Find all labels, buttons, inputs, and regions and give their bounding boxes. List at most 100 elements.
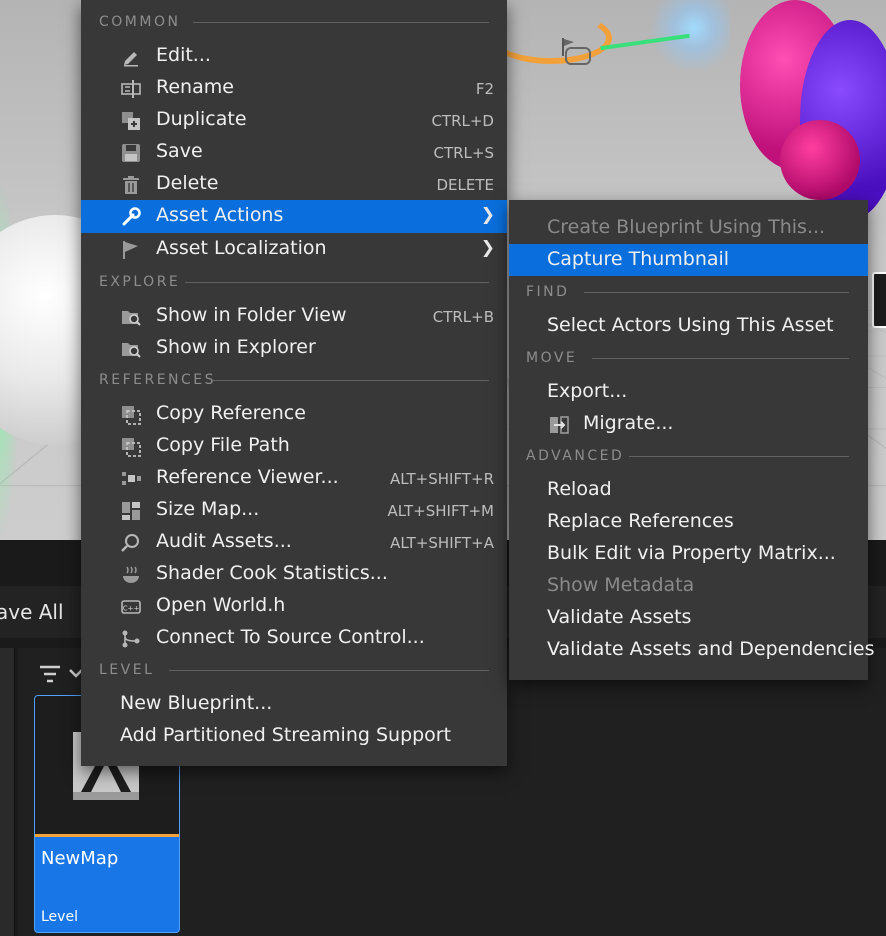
shortcut-label: F2 xyxy=(475,80,494,98)
submenu-item-select-actors[interactable]: Select Actors Using This Asset xyxy=(509,310,868,342)
sizemap-icon xyxy=(122,502,140,520)
graph-icon xyxy=(122,472,141,485)
menu-item-asset-actions[interactable]: Asset Actions ❯ xyxy=(81,200,507,233)
copy-icon xyxy=(122,438,141,457)
menu-item-save[interactable]: Save CTRL+S xyxy=(81,136,507,168)
section-header-common: COMMON xyxy=(99,14,181,30)
submenu-item-export[interactable]: Export... xyxy=(509,376,868,408)
shortcut-label: CTRL+B xyxy=(432,308,494,326)
submenu-item-validate-dependencies[interactable]: Validate Assets and Dependencies xyxy=(509,634,874,666)
menu-item-audit-assets[interactable]: Audit Assets... ALT+SHIFT+A xyxy=(81,526,507,558)
menu-item-label: Save xyxy=(156,140,203,162)
menu-item-label: Migrate... xyxy=(583,412,674,434)
menu-item-copy-file-path[interactable]: Copy File Path xyxy=(81,430,507,462)
menu-item-label: Export... xyxy=(547,380,628,402)
pink-blob xyxy=(780,120,860,200)
chevron-right-icon: ❯ xyxy=(480,205,495,225)
trash-icon xyxy=(123,176,139,194)
menu-item-label: Shader Cook Statistics... xyxy=(156,562,388,584)
section-divider xyxy=(584,292,849,293)
section-divider xyxy=(193,22,489,23)
shortcut-label: DELETE xyxy=(436,176,494,194)
section-divider xyxy=(592,358,849,359)
section-header-advanced: ADVANCED xyxy=(526,448,625,464)
pencil-icon xyxy=(124,52,138,67)
menu-item-label: Validate Assets xyxy=(547,606,692,628)
menu-item-label: Show Metadata xyxy=(547,574,695,596)
menu-item-label: Replace References xyxy=(547,510,734,532)
section-header-find: FIND xyxy=(526,284,570,300)
section-divider xyxy=(629,456,849,457)
menu-item-delete[interactable]: Delete DELETE xyxy=(81,168,507,200)
shortcut-label: ALT+SHIFT+M xyxy=(387,502,494,520)
menu-item-label: Capture Thumbnail xyxy=(547,248,730,270)
copy-icon xyxy=(122,406,141,425)
section-divider xyxy=(213,380,489,381)
submenu-item-reload[interactable]: Reload xyxy=(509,474,868,506)
menu-item-label: Copy Reference xyxy=(156,402,306,424)
chevron-right-icon: ❯ xyxy=(480,238,495,258)
audit-icon xyxy=(121,534,139,552)
menu-item-label: Duplicate xyxy=(156,108,247,130)
menu-item-rename[interactable]: Rename F2 xyxy=(81,72,507,104)
save-all-button[interactable]: ave All xyxy=(0,600,64,624)
menu-item-label: Edit... xyxy=(156,44,211,66)
menu-item-copy-reference[interactable]: Copy Reference xyxy=(81,398,507,430)
folder-search-icon xyxy=(122,343,141,358)
filter-icon xyxy=(40,665,83,683)
section-header-level: LEVEL xyxy=(99,662,155,678)
submenu-item-bulk-edit[interactable]: Bulk Edit via Property Matrix... xyxy=(509,538,868,570)
sources-panel-edge xyxy=(0,648,15,936)
section-header-explore: EXPLORE xyxy=(99,274,181,290)
shortcut-label: ALT+SHIFT+R xyxy=(389,470,494,488)
shortcut-label: CTRL+S xyxy=(433,144,494,162)
menu-item-label: Size Map... xyxy=(156,498,260,520)
menu-item-label: Create Blueprint Using This... xyxy=(547,216,826,238)
submenu-item-migrate[interactable]: Migrate... xyxy=(509,408,868,440)
menu-item-label: Asset Localization xyxy=(156,237,327,259)
menu-item-add-partitioned-streaming[interactable]: Add Partitioned Streaming Support xyxy=(81,720,507,752)
submenu-item-replace-references[interactable]: Replace References xyxy=(509,506,868,538)
submenu-item-capture-thumbnail[interactable]: Capture Thumbnail xyxy=(509,244,868,276)
menu-item-size-map[interactable]: Size Map... ALT+SHIFT+M xyxy=(81,494,507,526)
menu-item-label: Show in Explorer xyxy=(156,336,316,358)
menu-item-new-blueprint[interactable]: New Blueprint... xyxy=(81,688,507,720)
menu-item-duplicate[interactable]: Duplicate CTRL+D xyxy=(81,104,507,136)
rename-icon xyxy=(121,80,141,98)
menu-item-label: Select Actors Using This Asset xyxy=(547,314,834,336)
menu-item-label: Add Partitioned Streaming Support xyxy=(120,724,452,746)
menu-item-asset-localization[interactable]: Asset Localization ❯ xyxy=(81,233,507,265)
menu-item-show-in-folder-view[interactable]: Show in Folder View CTRL+B xyxy=(81,300,507,332)
menu-item-reference-viewer[interactable]: Reference Viewer... ALT+SHIFT+R xyxy=(81,462,507,494)
menu-item-label: Asset Actions xyxy=(156,204,284,226)
flag-icon xyxy=(123,241,138,259)
folder-search-icon xyxy=(122,311,141,326)
menu-item-label: Audit Assets... xyxy=(156,530,292,552)
menu-item-label: Validate Assets and Dependencies xyxy=(547,638,875,660)
menu-item-label: Open World.h xyxy=(156,594,286,616)
menu-item-label: Connect To Source Control... xyxy=(156,626,425,648)
cook-icon xyxy=(123,566,139,583)
menu-item-label: New Blueprint... xyxy=(120,692,273,714)
menu-item-label: Reload xyxy=(547,478,612,500)
menu-item-connect-source-control[interactable]: Connect To Source Control... xyxy=(81,622,507,654)
submenu-item-show-metadata: Show Metadata xyxy=(509,570,868,602)
menu-item-open-world-h[interactable]: C++ Open World.h xyxy=(81,590,507,622)
asset-context-menu: COMMON Edit... Rename F2 Duplicate CTRL+… xyxy=(81,0,507,766)
menu-item-edit[interactable]: Edit... xyxy=(81,40,507,72)
wrench-icon xyxy=(122,207,141,226)
section-header-move: MOVE xyxy=(526,350,578,366)
section-divider xyxy=(169,670,489,671)
menu-item-shader-cook-statistics[interactable]: Shader Cook Statistics... xyxy=(81,558,507,590)
menu-item-show-in-explorer[interactable]: Show in Explorer xyxy=(81,332,507,364)
viewport-edge-widget[interactable] xyxy=(872,272,886,328)
save-icon xyxy=(122,144,140,162)
menu-item-label: Copy File Path xyxy=(156,434,290,456)
asset-actions-submenu: Create Blueprint Using This... Capture T… xyxy=(509,200,874,680)
menu-item-label: Rename xyxy=(156,76,234,98)
shortcut-label: CTRL+D xyxy=(431,112,494,130)
submenu-item-create-blueprint: Create Blueprint Using This... xyxy=(509,212,868,244)
submenu-item-validate-assets[interactable]: Validate Assets xyxy=(509,602,868,634)
asset-name: NewMap xyxy=(41,848,119,869)
menu-item-label: Show in Folder View xyxy=(156,304,347,326)
